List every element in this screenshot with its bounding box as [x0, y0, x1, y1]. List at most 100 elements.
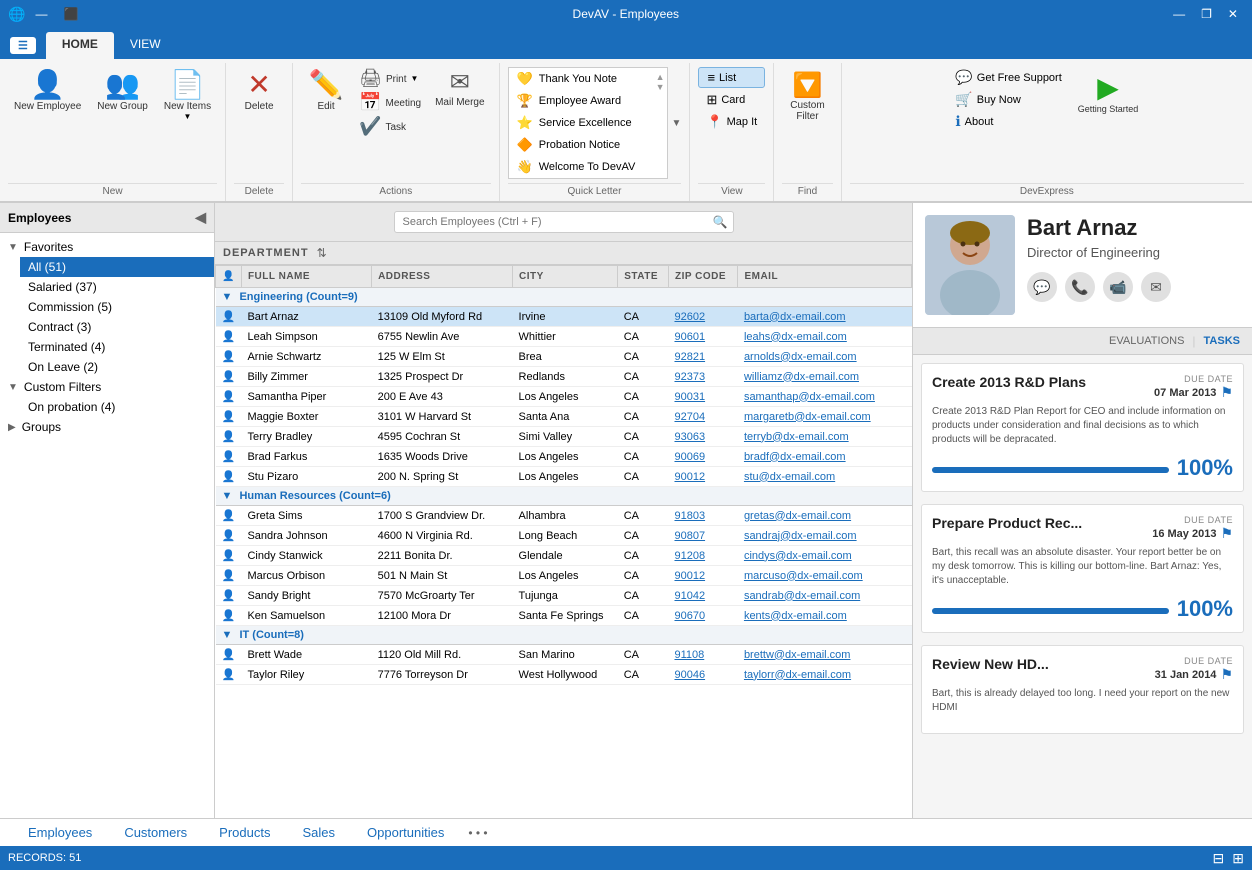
dept-header-cell[interactable]: ▼ Human Resources (Count=6) — [216, 487, 912, 506]
table-row[interactable]: 👤 Leah Simpson 6755 Newlin Ave Whittier … — [216, 327, 912, 347]
about-button[interactable]: ℹ About — [949, 111, 1067, 132]
new-employee-button[interactable]: 👤 New Employee — [8, 67, 87, 116]
ql-scroll-up[interactable]: ▲ — [656, 72, 665, 82]
sidebar-item-contract[interactable]: Contract (3) — [20, 317, 214, 337]
row-email-cell[interactable]: brettw@dx-email.com — [738, 645, 912, 665]
row-email-cell[interactable]: sandraj@dx-email.com — [738, 526, 912, 546]
row-zip-cell[interactable]: 92373 — [668, 367, 737, 387]
row-email-cell[interactable]: marcuso@dx-email.com — [738, 566, 912, 586]
col-header-zip[interactable]: ZIP CODE — [668, 266, 737, 288]
getting-started-button[interactable]: ▶ Getting Started — [1072, 67, 1145, 118]
zip-link[interactable]: 90031 — [674, 391, 705, 403]
table-row[interactable]: 👤 Taylor Riley 7776 Torreyson Dr West Ho… — [216, 665, 912, 685]
row-zip-cell[interactable]: 91108 — [668, 645, 737, 665]
table-row[interactable]: 👤 Brett Wade 1120 Old Mill Rd. San Marin… — [216, 645, 912, 665]
zip-link[interactable]: 90046 — [674, 669, 705, 681]
dept-header-cell[interactable]: ▼ IT (Count=8) — [216, 626, 912, 645]
row-email-cell[interactable]: gretas@dx-email.com — [738, 506, 912, 526]
table-row[interactable]: 👤 Bart Arnaz 13109 Old Myford Rd Irvine … — [216, 307, 912, 327]
row-zip-cell[interactable]: 92704 — [668, 407, 737, 427]
table-row[interactable]: 👤 Marcus Orbison 501 N Main St Los Angel… — [216, 566, 912, 586]
table-row[interactable]: 👤 Sandra Johnson 4600 N Virginia Rd. Lon… — [216, 526, 912, 546]
row-email-cell[interactable]: terryb@dx-email.com — [738, 427, 912, 447]
table-row[interactable]: 👤 Brad Farkus 1635 Woods Drive Los Angel… — [216, 447, 912, 467]
table-row[interactable]: 👤 Cindy Stanwick 2211 Bonita Dr. Glendal… — [216, 546, 912, 566]
close-btn[interactable]: ✕ — [1222, 5, 1244, 23]
zip-link[interactable]: 91042 — [674, 590, 705, 602]
col-header-state[interactable]: STATE — [618, 266, 669, 288]
row-email-cell[interactable]: bradf@dx-email.com — [738, 447, 912, 467]
ql-thank-you-note[interactable]: 💛 Thank You Note — [509, 68, 667, 90]
zip-link[interactable]: 91108 — [674, 649, 704, 661]
zip-link[interactable]: 92602 — [674, 311, 705, 323]
edit-button[interactable]: ✏️ Edit — [301, 67, 351, 116]
row-email-cell[interactable]: stu@dx-email.com — [738, 467, 912, 487]
email-link[interactable]: stu@dx-email.com — [744, 471, 835, 483]
table-row[interactable]: 👤 Samantha Piper 200 E Ave 43 Los Angele… — [216, 387, 912, 407]
bottom-tab-opportunities[interactable]: Opportunities — [351, 821, 460, 844]
row-zip-cell[interactable]: 90031 — [668, 387, 737, 407]
restore-btn[interactable]: ❐ — [1195, 5, 1218, 23]
dept-header-cell[interactable]: ▼ Engineering (Count=9) — [216, 288, 912, 307]
col-header-city[interactable]: CITY — [513, 266, 618, 288]
sidebar-favorites-header[interactable]: ▼ Favorites — [0, 237, 214, 257]
sidebar-item-terminated[interactable]: Terminated (4) — [20, 337, 214, 357]
row-zip-cell[interactable]: 90069 — [668, 447, 737, 467]
zip-link[interactable]: 90601 — [674, 331, 705, 343]
email-link[interactable]: leahs@dx-email.com — [744, 331, 847, 343]
email-link[interactable]: marcuso@dx-email.com — [744, 570, 863, 582]
sidebar-item-commission[interactable]: Commission (5) — [20, 297, 214, 317]
table-row[interactable]: 👤 Ken Samuelson 12100 Mora Dr Santa Fe S… — [216, 606, 912, 626]
row-email-cell[interactable]: leahs@dx-email.com — [738, 327, 912, 347]
row-email-cell[interactable]: taylorr@dx-email.com — [738, 665, 912, 685]
row-email-cell[interactable]: samanthap@dx-email.com — [738, 387, 912, 407]
sidebar-custom-filters-header[interactable]: ▼ Custom Filters — [0, 377, 214, 397]
new-group-button[interactable]: 👥 New Group — [91, 67, 154, 116]
row-email-cell[interactable]: margaretb@dx-email.com — [738, 407, 912, 427]
bottom-tab-employees[interactable]: Employees — [12, 821, 108, 844]
zip-link[interactable]: 91803 — [674, 510, 705, 522]
zip-link[interactable]: 90012 — [674, 570, 705, 582]
email-link[interactable]: samanthap@dx-email.com — [744, 391, 875, 403]
table-row[interactable]: 👤 Stu Pizaro 200 N. Spring St Los Angele… — [216, 467, 912, 487]
new-items-button[interactable]: 📄 New Items ▼ — [158, 67, 217, 125]
email-link[interactable]: terryb@dx-email.com — [744, 431, 849, 443]
profile-action-email[interactable]: ✉ — [1141, 272, 1171, 302]
zip-link[interactable]: 92821 — [674, 351, 705, 363]
table-row[interactable]: 👤 Greta Sims 1700 S Grandview Dr. Alhamb… — [216, 506, 912, 526]
zip-link[interactable]: 92373 — [674, 371, 705, 383]
row-zip-cell[interactable]: 92602 — [668, 307, 737, 327]
row-email-cell[interactable]: sandrab@dx-email.com — [738, 586, 912, 606]
tab-home[interactable]: HOME — [46, 32, 114, 59]
row-zip-cell[interactable]: 90601 — [668, 327, 737, 347]
row-zip-cell[interactable]: 90807 — [668, 526, 737, 546]
app-button-inner[interactable]: ☰ — [10, 37, 36, 54]
app-button[interactable]: ☰ — [0, 32, 46, 59]
sort-icon[interactable]: ⇅ — [317, 246, 327, 260]
buy-now-button[interactable]: 🛒 Buy Now — [949, 89, 1067, 110]
row-email-cell[interactable]: kents@dx-email.com — [738, 606, 912, 626]
title-bar-restore[interactable]: ⬛ — [57, 5, 84, 23]
row-email-cell[interactable]: cindys@dx-email.com — [738, 546, 912, 566]
zip-link[interactable]: 91208 — [674, 550, 705, 562]
row-zip-cell[interactable]: 91208 — [668, 546, 737, 566]
row-email-cell[interactable]: williamz@dx-email.com — [738, 367, 912, 387]
col-header-email[interactable]: EMAIL — [738, 266, 912, 288]
profile-action-phone[interactable]: 📞 — [1065, 272, 1095, 302]
row-zip-cell[interactable]: 90012 — [668, 467, 737, 487]
row-zip-cell[interactable]: 93063 — [668, 427, 737, 447]
email-link[interactable]: sandrab@dx-email.com — [744, 590, 860, 602]
status-icon-grid[interactable]: ⊞ — [1232, 850, 1244, 867]
zip-link[interactable]: 90670 — [674, 610, 705, 622]
delete-button[interactable]: ✕ Delete — [234, 67, 284, 116]
zip-link[interactable]: 93063 — [674, 431, 705, 443]
ql-scroll-down[interactable]: ▼ — [656, 82, 665, 92]
view-map-button[interactable]: 📍 Map It — [698, 112, 765, 132]
title-bar-minimize[interactable]: — — [29, 5, 53, 23]
row-zip-cell[interactable]: 91042 — [668, 586, 737, 606]
zip-link[interactable]: 90069 — [674, 451, 705, 463]
table-row[interactable]: 👤 Arnie Schwartz 125 W Elm St Brea CA 92… — [216, 347, 912, 367]
search-input[interactable] — [394, 211, 734, 233]
row-zip-cell[interactable]: 91803 — [668, 506, 737, 526]
get-free-support-button[interactable]: 💬 Get Free Support — [949, 67, 1067, 88]
